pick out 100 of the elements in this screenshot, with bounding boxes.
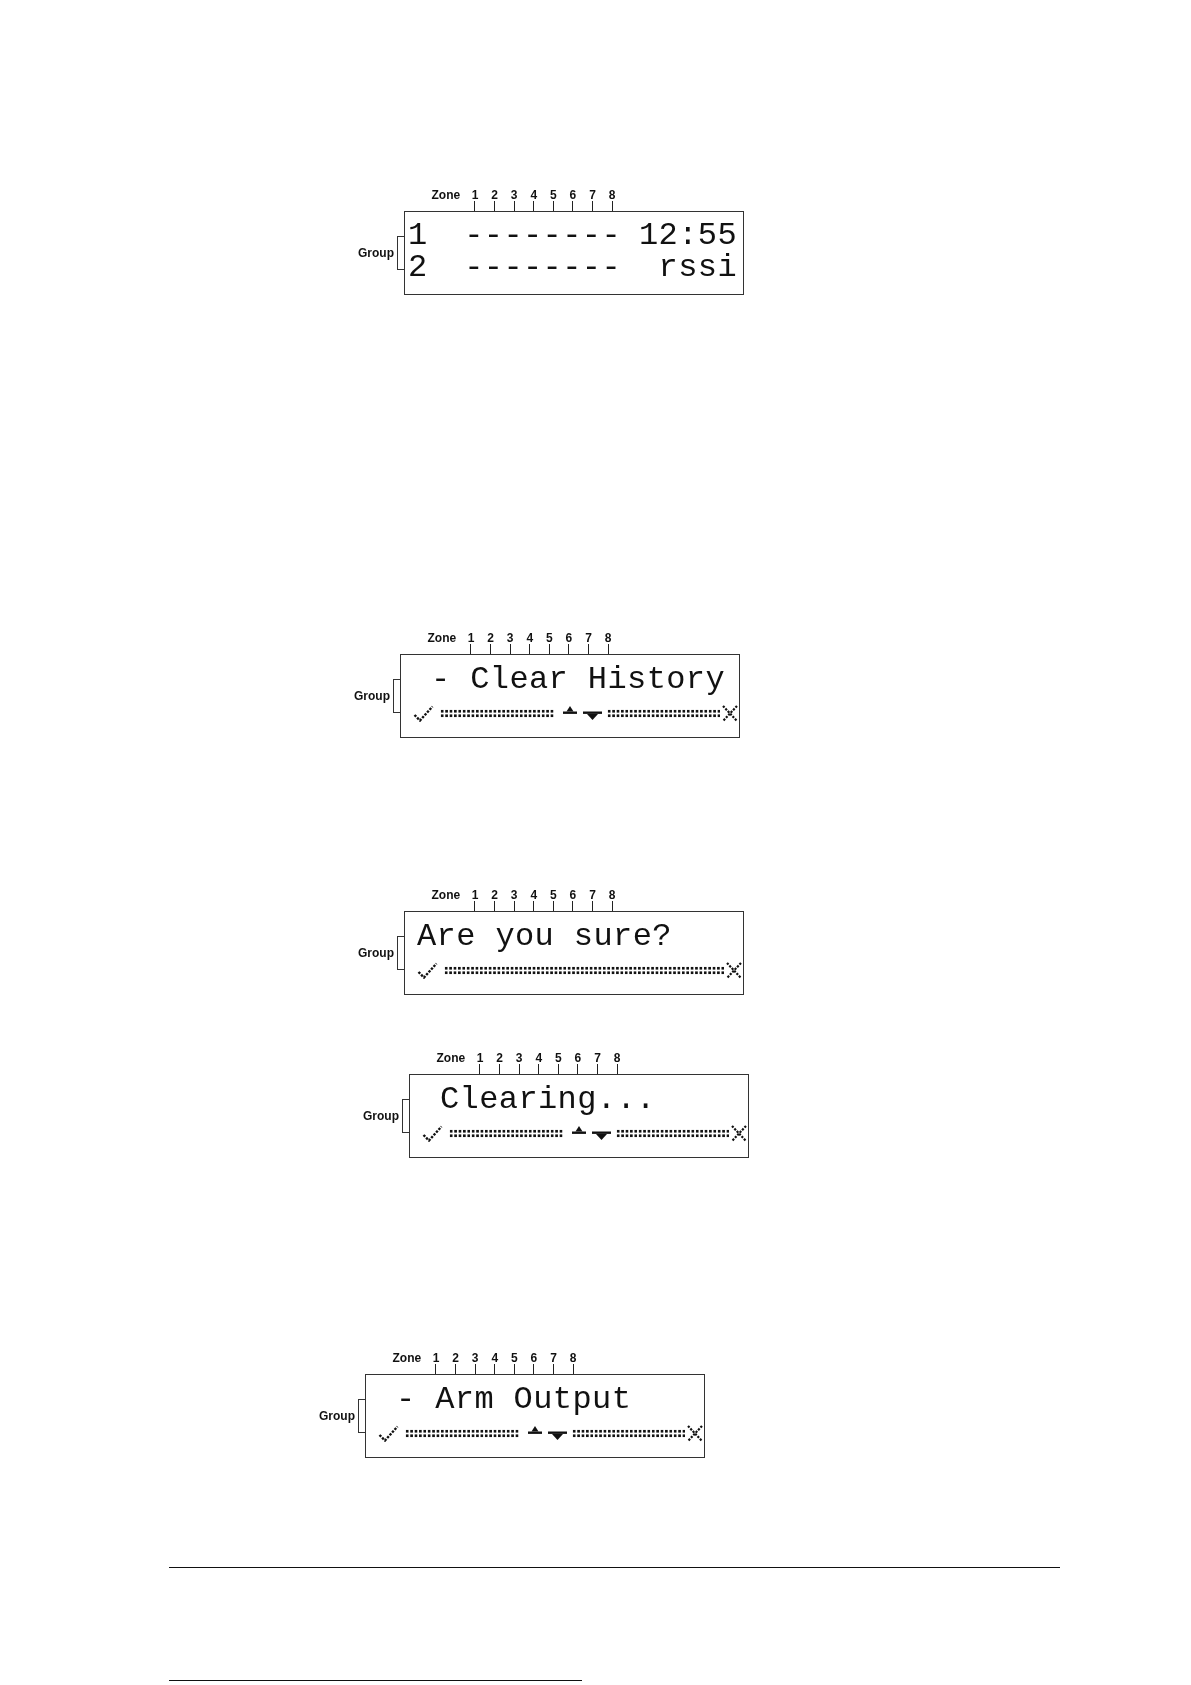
zone-tick bbox=[490, 644, 492, 654]
zone-number: 8 bbox=[604, 632, 612, 644]
zone-tick bbox=[597, 1064, 599, 1074]
zone-number: 1 bbox=[476, 1052, 484, 1064]
zone-number: 4 bbox=[530, 189, 538, 201]
zone-tick bbox=[499, 1064, 501, 1074]
zone-number: 3 bbox=[510, 889, 518, 901]
zone-number: 1 bbox=[432, 1352, 440, 1364]
zone-number: 2 bbox=[496, 1052, 503, 1064]
zone-number: 3 bbox=[515, 1052, 523, 1064]
check-icon bbox=[413, 704, 434, 722]
zone-tick bbox=[533, 901, 535, 911]
check-icon bbox=[378, 1424, 399, 1442]
zone-tick bbox=[568, 644, 570, 654]
zone-tick bbox=[616, 1064, 618, 1074]
zone-number: 7 bbox=[589, 889, 596, 901]
zone-tick bbox=[513, 201, 515, 211]
zone-number: 3 bbox=[510, 189, 518, 201]
zone-label: Zone bbox=[431, 889, 461, 901]
zone-tick bbox=[577, 1064, 579, 1074]
cross-icon bbox=[731, 1124, 747, 1142]
zone-label: Zone bbox=[431, 189, 461, 201]
zone-tick bbox=[494, 901, 496, 911]
zone-tick bbox=[494, 201, 496, 211]
zone-number: 6 bbox=[574, 1052, 582, 1064]
zone-number: 5 bbox=[550, 889, 557, 901]
zone-number: 2 bbox=[491, 189, 498, 201]
zone-tick bbox=[474, 1364, 476, 1374]
zone-tick bbox=[548, 644, 550, 654]
zone-tick bbox=[592, 201, 594, 211]
zone-tick bbox=[557, 1064, 559, 1074]
zone-tick bbox=[455, 1364, 457, 1374]
zone-tick bbox=[588, 644, 590, 654]
cross-icon bbox=[687, 1424, 703, 1442]
status-text: rssi bbox=[658, 252, 737, 284]
zone-tick bbox=[529, 644, 531, 654]
lcd-text: Clearing... bbox=[440, 1081, 656, 1118]
zone-tick bbox=[479, 1064, 481, 1074]
zone-tick bbox=[474, 201, 476, 211]
zone-number: 6 bbox=[530, 1352, 538, 1364]
zone-tick bbox=[572, 201, 574, 211]
zone-number: 5 bbox=[546, 632, 553, 644]
zone-number: 2 bbox=[487, 632, 494, 644]
zone-number: 8 bbox=[569, 1352, 577, 1364]
zone-status: -------- bbox=[464, 252, 621, 284]
zone-tick bbox=[611, 201, 613, 211]
zone-status: -------- bbox=[464, 220, 621, 252]
zone-number: 5 bbox=[511, 1352, 518, 1364]
group-label: Group bbox=[363, 1109, 399, 1123]
zone-number: 8 bbox=[608, 889, 616, 901]
zone-number: 2 bbox=[491, 889, 498, 901]
zone-number: 1 bbox=[471, 189, 479, 201]
zone-tick bbox=[533, 1364, 535, 1374]
group-label: Group bbox=[354, 689, 390, 703]
zone-tick bbox=[513, 1364, 515, 1374]
cross-icon bbox=[726, 961, 742, 979]
zone-tick bbox=[572, 1364, 574, 1374]
zone-tick bbox=[494, 1364, 496, 1374]
zone-number: 6 bbox=[565, 632, 573, 644]
zone-number: 5 bbox=[555, 1052, 562, 1064]
zone-number: 1 bbox=[467, 632, 475, 644]
zone-tick bbox=[513, 901, 515, 911]
status-text: 12:55 bbox=[639, 220, 737, 252]
zone-tick bbox=[474, 901, 476, 911]
zone-number: 8 bbox=[613, 1052, 621, 1064]
group-label: Group bbox=[358, 246, 394, 260]
group-label: Group bbox=[319, 1409, 355, 1423]
zone-number: 4 bbox=[535, 1052, 543, 1064]
zone-number: 6 bbox=[569, 189, 577, 201]
cross-icon bbox=[722, 704, 738, 722]
zone-tick bbox=[518, 1064, 520, 1074]
check-icon bbox=[417, 961, 438, 979]
zone-tick bbox=[538, 1064, 540, 1074]
lcd-text: - Arm Output bbox=[396, 1381, 632, 1418]
zone-tick bbox=[572, 901, 574, 911]
zone-label: Zone bbox=[427, 632, 457, 644]
zone-number: 1 bbox=[471, 889, 479, 901]
zone-number: 3 bbox=[471, 1352, 479, 1364]
zone-tick bbox=[552, 201, 554, 211]
zone-tick bbox=[470, 644, 472, 654]
zone-number: 5 bbox=[550, 189, 557, 201]
zone-tick bbox=[553, 1364, 555, 1374]
zone-number: 7 bbox=[550, 1352, 557, 1364]
zone-tick bbox=[552, 901, 554, 911]
group-number: 2 bbox=[408, 252, 429, 284]
lcd-text: - Clear History bbox=[431, 661, 726, 698]
group-number: 1 bbox=[408, 220, 429, 252]
zone-tick bbox=[435, 1364, 437, 1374]
zone-tick bbox=[509, 644, 511, 654]
check-icon bbox=[422, 1124, 443, 1142]
zone-label: Zone bbox=[392, 1352, 422, 1364]
zone-label: Zone bbox=[436, 1052, 466, 1064]
zone-number: 4 bbox=[491, 1352, 499, 1364]
zone-tick bbox=[611, 901, 613, 911]
zone-tick bbox=[533, 201, 535, 211]
zone-number: 6 bbox=[569, 889, 577, 901]
zone-number: 4 bbox=[526, 632, 534, 644]
group-label: Group bbox=[358, 946, 394, 960]
zone-number: 4 bbox=[530, 889, 538, 901]
zone-tick bbox=[592, 901, 594, 911]
